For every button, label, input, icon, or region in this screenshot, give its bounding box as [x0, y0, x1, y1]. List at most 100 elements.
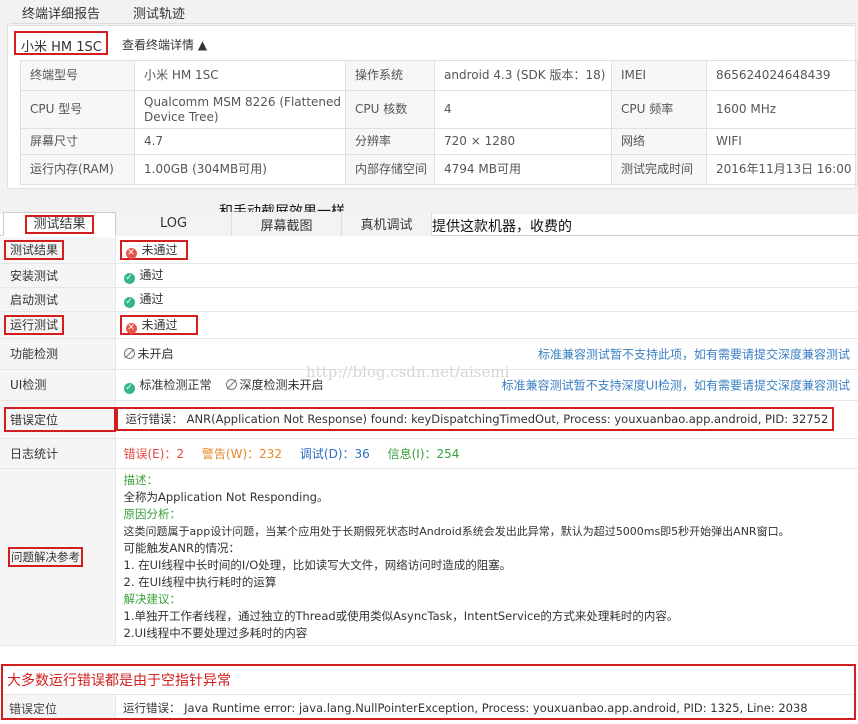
result-row: 日志统计 错误(E)：2 警告(W)：232 调试(D)：36 信息(I)：25…: [0, 438, 858, 469]
bottom-row-label: 错误定位: [3, 695, 116, 718]
info-key: CPU 核数: [345, 90, 435, 129]
row-label: 运行测试: [0, 311, 116, 339]
result-row: 启动测试 ✓ 通过: [0, 287, 858, 312]
test-result-label: 测试结果: [4, 240, 65, 261]
run-test-label: 运行测试: [4, 315, 65, 335]
info-key: 屏幕尺寸: [20, 128, 135, 155]
row-label: 功能检测: [0, 338, 116, 370]
info-value: 720 × 1280: [434, 128, 612, 155]
disabled-icon: [123, 348, 135, 359]
info-key: 操作系统: [345, 60, 435, 91]
status-text: 未开启: [137, 347, 174, 361]
tab-divider: [10, 23, 855, 24]
row-value: 错误(E)：2 警告(W)：232 调试(D)：36 信息(I)：254: [115, 438, 858, 469]
advice-text: 1.单独开工作者线程，通过独立的Thread或使用类似AsyncTask，Int…: [123, 608, 679, 623]
log-warn-count[interactable]: 警告(W)：232: [202, 447, 282, 461]
info-value: WIFI: [706, 128, 858, 155]
result-row: 测试结果 ✕ 未通过: [0, 237, 858, 264]
info-value: 小米 HM 1SC: [134, 60, 346, 91]
info-value: Qualcomm MSM 8226 (Flattened Device Tree…: [134, 90, 346, 129]
tab-test-trace[interactable]: 测试轨迹: [133, 3, 185, 22]
result-row: 安装测试 ✓ 通过: [0, 263, 858, 288]
fail-icon: ✕: [125, 322, 137, 334]
result-table: 测试结果 ✕ 未通过 安装测试 ✓ 通过 启动测试 ✓ 通过 运行测试 ✕ 未通过 功能…: [0, 237, 858, 646]
info-key: 分辨率: [345, 128, 435, 155]
info-key: 测试完成时间: [611, 154, 707, 185]
info-value: 1600 MHz: [706, 90, 858, 129]
status-text: 标准检测正常: [139, 377, 212, 392]
test-result-status: ✕ 未通过: [119, 239, 188, 260]
device-info-row: 屏幕尺寸 4.7 分辨率 720 × 1280 网络 WIFI: [20, 128, 858, 155]
watermark: http://blog.csdn.net/aisemi: [306, 363, 510, 381]
device-info-row: CPU 型号 Qualcomm MSM 8226 (Flattened Devi…: [20, 90, 858, 129]
tab-label: 测试结果: [25, 215, 94, 234]
bottom-error-message: 运行错误： Java Runtime error: java.lang.Null…: [123, 701, 808, 715]
cause-text: 2. 在UI线程中执行耗时的运算: [123, 574, 277, 589]
info-key: 运行内存(RAM): [20, 154, 135, 185]
row-label: 错误定位: [0, 400, 116, 439]
disabled-icon: [225, 378, 237, 390]
tab-log[interactable]: LOG: [116, 212, 232, 236]
result-row: 运行测试 ✕ 未通过: [0, 311, 858, 339]
ui-check-link[interactable]: 标准兼容测试暂不支持深度UI检测，如有需要请提交深度兼容测试: [502, 376, 850, 393]
info-key: CPU 型号: [20, 90, 135, 129]
row-label: 测试结果: [0, 237, 116, 264]
cause-text: 可能触发ANR的情况：: [123, 540, 240, 555]
info-key: 内部存储空间: [345, 154, 435, 185]
cause-title: 原因分析：: [123, 506, 182, 521]
row-label: 启动测试: [0, 287, 116, 312]
device-info-row: 终端型号 小米 HM 1SC 操作系统 android 4.3 (SDK 版本：…: [20, 60, 858, 91]
info-value: 4794 MB可用: [434, 154, 612, 185]
info-value: 865624024648439: [706, 60, 858, 91]
row-label: 日志统计: [0, 438, 116, 469]
device-details-toggle[interactable]: 查看终端详情 ▲: [122, 36, 207, 53]
bottom-error-row: 错误定位 运行错误： Java Runtime error: java.lang…: [3, 694, 854, 718]
status-text: 通过: [139, 292, 164, 306]
cause-text: 这类问题属于app设计问题，当某个应用处于长期假死状态时Android系统会发出…: [123, 524, 790, 538]
info-key: 网络: [611, 128, 707, 155]
info-value: android 4.3 (SDK 版本：18): [434, 60, 612, 91]
row-label: 安装测试: [0, 263, 116, 288]
status-text: 未通过: [141, 242, 178, 257]
row-label: UI检测: [0, 369, 116, 401]
result-tabbar: 测试结果 LOG 屏幕截图 真机调试: [0, 212, 858, 236]
log-info-count[interactable]: 信息(I)：254: [388, 447, 460, 461]
info-key: 终端型号: [20, 60, 135, 91]
run-test-status: ✕ 未通过: [119, 314, 198, 335]
log-error-count[interactable]: 错误(E)：2: [124, 447, 185, 461]
log-debug-count[interactable]: 调试(D)：36: [300, 447, 370, 461]
solution-label: 问题解决参考: [8, 546, 83, 567]
device-info-table: 终端型号 小米 HM 1SC 操作系统 android 4.3 (SDK 版本：…: [20, 60, 858, 185]
desc-title: 描述：: [123, 472, 159, 487]
info-value: 4: [434, 90, 612, 129]
tab-real-device[interactable]: 真机调试: [342, 212, 432, 236]
cause-text: 1. 在UI线程中长时间的I/O处理，比如读写大文件，网络访问时造成的阻塞。: [123, 557, 512, 572]
check-icon: ✓: [123, 297, 135, 308]
row-value: ✕ 未通过: [115, 311, 858, 339]
row-value: ✓ 通过: [115, 287, 858, 312]
function-check-link[interactable]: 标准兼容测试暂不支持此项，如有需要请提交深度兼容测试: [538, 345, 850, 362]
status-text: 通过: [139, 268, 164, 282]
device-info-row: 运行内存(RAM) 1.00GB (304MB可用) 内部存储空间 4794 M…: [20, 154, 858, 185]
check-icon: ✓: [123, 273, 135, 284]
result-row: 错误定位 运行错误： ANR(Application Not Response)…: [0, 400, 858, 439]
info-key: CPU 频率: [611, 90, 707, 129]
device-annotation: 提供这款机器，收费的: [432, 219, 572, 235]
error-message: 运行错误： ANR(Application Not Response) foun…: [115, 407, 835, 431]
status-text: 未通过: [141, 317, 178, 332]
check-icon: ✓: [123, 382, 135, 394]
desc-text: 全称为Application Not Responding。: [123, 489, 329, 504]
advice-text: 2.UI线程中不要处理过多耗时的内容: [123, 625, 308, 640]
error-locate-label: 错误定位: [4, 406, 116, 432]
null-pointer-note: 大多数运行错误都是由于空指针异常: [7, 673, 231, 689]
row-value: 运行错误： ANR(Application Not Response) foun…: [115, 400, 858, 439]
result-row: 问题解决参考 描述： 全称为Application Not Responding…: [0, 468, 858, 646]
tab-screenshot[interactable]: 屏幕截图: [232, 212, 342, 236]
info-value: 4.7: [134, 128, 346, 155]
tab-test-result[interactable]: 测试结果: [3, 212, 116, 236]
row-value: ✓ 通过: [115, 263, 858, 288]
fail-icon: ✕: [125, 247, 137, 259]
device-name: 小米 HM 1SC: [14, 31, 108, 55]
info-key: IMEI: [611, 60, 707, 91]
info-value: 2016年11月13日 16:00: [706, 154, 858, 185]
